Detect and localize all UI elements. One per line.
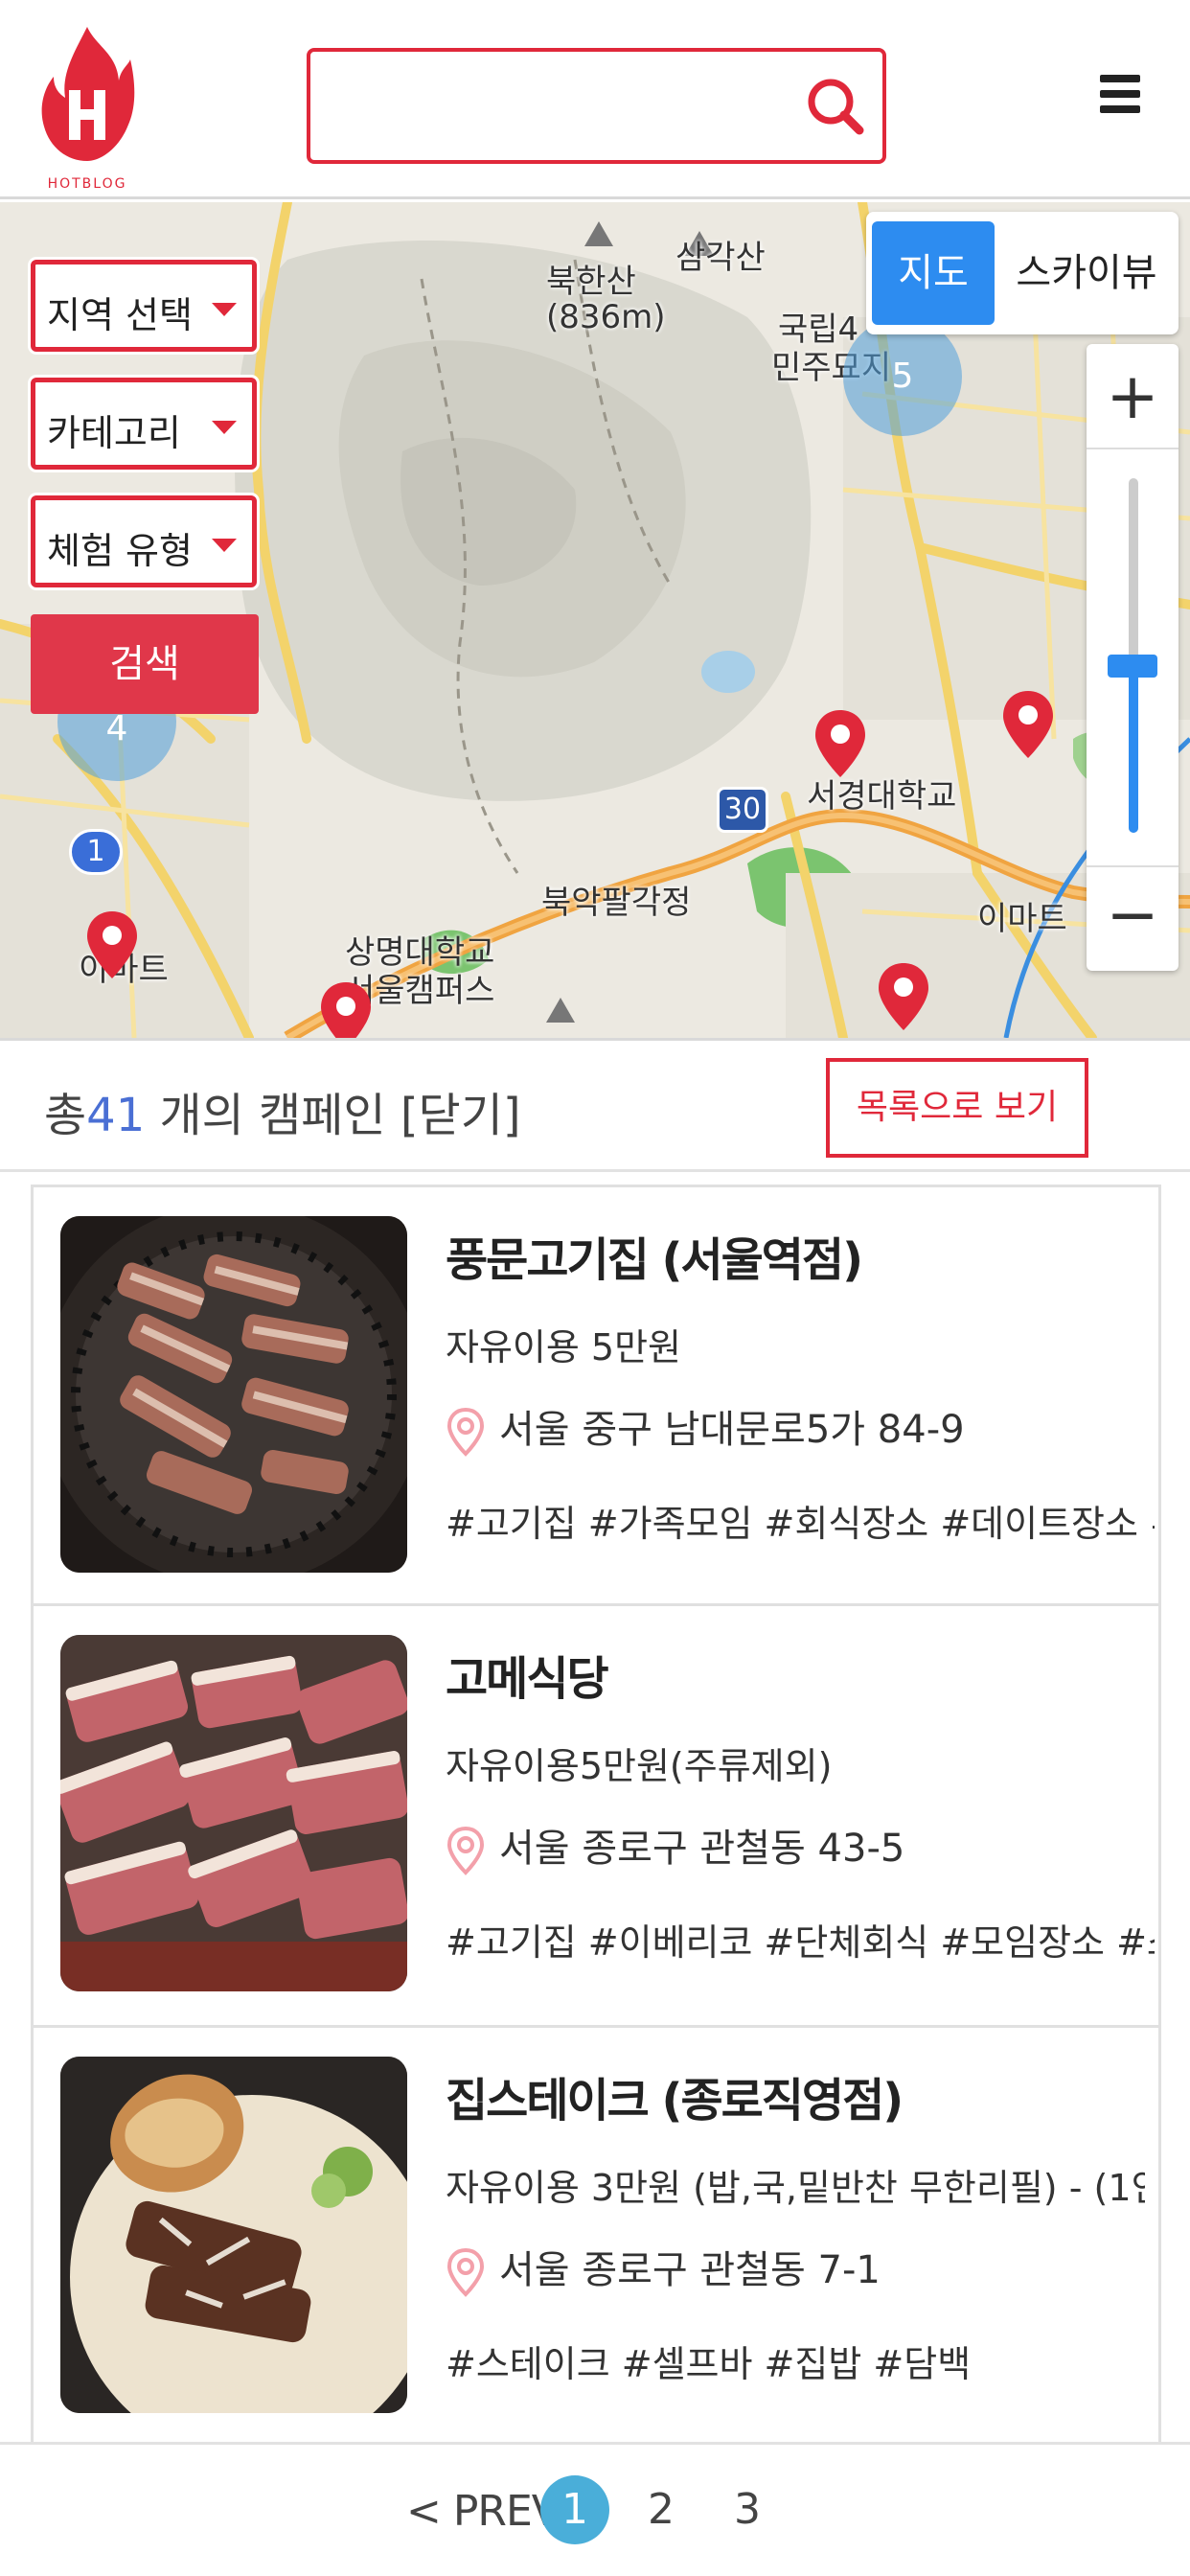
view-as-list-button[interactable]: 목록으로 보기 bbox=[826, 1058, 1088, 1158]
map-pin-icon[interactable] bbox=[318, 980, 374, 1038]
app-header: HOTBLOG bbox=[0, 0, 1190, 199]
map-label-bugak: 북악팔각정 bbox=[541, 884, 692, 922]
map-label-samgaksan: 삼각산 bbox=[675, 239, 766, 277]
dropdown-caret-icon bbox=[212, 303, 237, 316]
campaign-card[interactable]: 풍문고기집 (서울역점) 자유이용 5만원 서울 중구 남대문로5가 84-9 … bbox=[31, 1184, 1161, 1606]
dropdown-caret-icon bbox=[212, 421, 237, 434]
hamburger-menu-icon[interactable] bbox=[1100, 75, 1150, 121]
map-cluster[interactable]: 5 bbox=[843, 317, 962, 436]
campaign-thumbnail[interactable] bbox=[60, 1635, 407, 1991]
campaign-address: 서울 종로구 관철동 7-1 bbox=[446, 2239, 881, 2297]
logo-text: HOTBLOG bbox=[47, 176, 127, 192]
prev-page-link[interactable]: < PREV bbox=[406, 2487, 561, 2536]
zoom-slider-handle[interactable] bbox=[1108, 655, 1157, 678]
campaign-count: 총41 개의 캠페인 [닫기] bbox=[44, 1077, 521, 1144]
campaign-address: 서울 중구 남대문로5가 84-9 bbox=[446, 1398, 965, 1457]
campaign-address: 서울 종로구 관철동 43-5 bbox=[446, 1817, 904, 1875]
zoom-control: + − bbox=[1087, 344, 1179, 971]
count-prefix: 총 bbox=[44, 1089, 87, 1142]
map-pin-icon[interactable] bbox=[812, 708, 868, 779]
campaign-thumbnail[interactable] bbox=[60, 1216, 407, 1573]
map-search-button[interactable]: 검색 bbox=[31, 614, 259, 714]
campaign-offer: 자유이용 5만원 bbox=[446, 1326, 682, 1368]
campaign-tags: #고기집 #이베리코 #단체회식 #모임장소 #소고 bbox=[446, 1921, 1155, 1964]
road-shield-30: 30 bbox=[717, 787, 768, 833]
location-pin-icon bbox=[446, 2247, 485, 2297]
count-number: 41 bbox=[86, 1089, 146, 1142]
campaign-title[interactable]: 고메식당 bbox=[446, 1641, 609, 1708]
campaign-thumbnail[interactable] bbox=[60, 2057, 407, 2413]
category-select-label: 카테고리 bbox=[47, 412, 181, 454]
map-pin-icon[interactable] bbox=[1000, 689, 1056, 760]
experience-type-select[interactable]: 체험 유형 bbox=[31, 495, 257, 587]
campaign-title[interactable]: 집스테이크 (종로직영점) bbox=[446, 2062, 904, 2129]
search-box[interactable] bbox=[307, 48, 886, 164]
zoom-out-button[interactable]: − bbox=[1087, 865, 1179, 971]
page-link-1[interactable]: 1 bbox=[540, 2475, 609, 2544]
pagination: < PREV 1 2 3 bbox=[0, 2442, 1190, 2576]
campaign-tags: #스테이크 #셀프바 #집밥 #담백 bbox=[446, 2343, 972, 2385]
region-select-label: 지역 선택 bbox=[47, 294, 193, 336]
campaign-list: 풍문고기집 (서울역점) 자유이용 5만원 서울 중구 남대문로5가 84-9 … bbox=[31, 1184, 1161, 2450]
map-pin-icon[interactable] bbox=[84, 909, 140, 980]
campaign-tags: #고기집 #가족모임 #회식장소 #데이트장소 #룸 bbox=[446, 1503, 1155, 1545]
page-link-2[interactable]: 2 bbox=[627, 2475, 696, 2544]
hotblog-logo[interactable]: HOTBLOG bbox=[36, 21, 138, 194]
campaign-offer: 자유이용5만원(주류제외) bbox=[446, 1745, 833, 1787]
location-pin-icon bbox=[446, 1407, 485, 1457]
map-type-skyview-button[interactable]: 스카이뷰 bbox=[1000, 221, 1173, 325]
search-icon[interactable] bbox=[802, 73, 869, 140]
campaign-card[interactable]: 고메식당 자유이용5만원(주류제외) 서울 종로구 관철동 43-5 #고기집 … bbox=[31, 1606, 1161, 2028]
map-label-emart-right: 이마트 bbox=[977, 900, 1067, 938]
count-suffix-close-link[interactable]: 개의 캠페인 [닫기] bbox=[145, 1089, 521, 1142]
zoom-slider-fill bbox=[1129, 670, 1138, 833]
campaign-card[interactable]: 집스테이크 (종로직영점) 자유이용 3만원 (밥,국,밑반찬 무한리필) - … bbox=[31, 2028, 1161, 2450]
map-pin-icon[interactable] bbox=[876, 961, 931, 1032]
zoom-in-button[interactable]: + bbox=[1087, 344, 1179, 449]
campaign-address-text: 서울 종로구 관철동 7-1 bbox=[499, 2248, 881, 2292]
page-link-3[interactable]: 3 bbox=[713, 2475, 782, 2544]
map-label-bukhansan: 북한산 bbox=[546, 263, 636, 301]
map-type-toggle: 지도 스카이뷰 bbox=[866, 212, 1179, 334]
dropdown-caret-icon bbox=[212, 539, 237, 552]
category-select[interactable]: 카테고리 bbox=[31, 378, 257, 470]
campaign-offer: 자유이용 3만원 (밥,국,밑반찬 무한리필) - (1인 bbox=[446, 2167, 1145, 2209]
location-pin-icon bbox=[446, 1826, 485, 1875]
map-view[interactable]: 북한산 (836m) 삼각산 국립4 민주묘지 서경대학교 북악팔각정 이마트 … bbox=[0, 202, 1190, 1038]
road-shield-1: 1 bbox=[69, 829, 123, 875]
region-select[interactable]: 지역 선택 bbox=[31, 260, 257, 352]
experience-type-select-label: 체험 유형 bbox=[47, 530, 193, 572]
map-type-map-button[interactable]: 지도 bbox=[872, 221, 995, 325]
campaign-title[interactable]: 풍문고기집 (서울역점) bbox=[446, 1222, 863, 1289]
campaign-count-bar: 총41 개의 캠페인 [닫기] 목록으로 보기 bbox=[0, 1038, 1190, 1172]
campaign-address-text: 서울 종로구 관철동 43-5 bbox=[499, 1827, 905, 1871]
search-input[interactable] bbox=[330, 71, 790, 143]
map-label-bukhansan-height: (836m) bbox=[546, 298, 666, 336]
flame-logo-icon bbox=[41, 27, 135, 161]
campaign-address-text: 서울 중구 남대문로5가 84-9 bbox=[499, 1408, 965, 1452]
